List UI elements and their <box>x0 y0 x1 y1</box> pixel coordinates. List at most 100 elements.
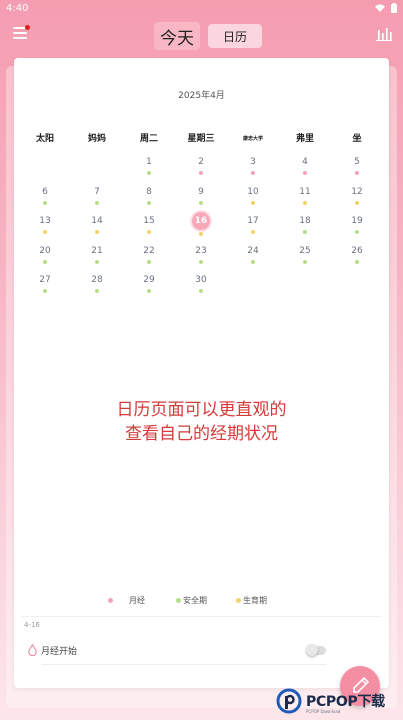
calendar-day[interactable]: 25 <box>279 243 331 273</box>
weekday-label: 坐 <box>352 134 362 144</box>
calendar-day[interactable]: 17 <box>227 213 279 243</box>
calendar-day[interactable]: 23 <box>175 243 227 273</box>
calendar-day[interactable]: 13 <box>19 213 71 243</box>
day-status-dot <box>147 171 151 175</box>
divider <box>22 616 381 617</box>
calendar-day[interactable]: 7 <box>71 184 123 214</box>
wifi-icon <box>375 4 385 12</box>
day-status-dot <box>251 259 255 264</box>
notification-dot <box>25 25 30 30</box>
day-number: 9 <box>198 186 204 197</box>
day-status-dot <box>251 230 255 234</box>
day-status-dot <box>355 200 359 205</box>
day-number: 22 <box>143 245 155 256</box>
watermark-brand: PCPOP下载 <box>306 694 385 710</box>
day-number: 1 <box>146 157 152 167</box>
calendar-day[interactable]: 5 <box>331 154 383 184</box>
tab-calendar[interactable]: 日历 <box>208 24 262 48</box>
calendar-day[interactable]: 2 <box>175 154 227 184</box>
calendar-day[interactable]: 8 <box>123 184 175 214</box>
calendar-day[interactable]: 10 <box>227 184 279 214</box>
weekday-header: 太阳 妈妈 周二 星期三 康忠大学 弗里 坐 <box>19 132 383 146</box>
calendar-day[interactable]: 30 <box>175 272 227 302</box>
day-number: 21 <box>91 245 103 256</box>
period-start-row: 月经开始 <box>28 642 77 658</box>
calendar-day[interactable]: 18 <box>279 213 331 243</box>
day-number: 18 <box>299 216 311 226</box>
day-number: 19 <box>351 216 363 226</box>
period-dot <box>108 598 113 603</box>
day-number: 24 <box>247 245 259 256</box>
day-status-dot <box>303 230 307 234</box>
weekday-label: 太阳 <box>35 134 54 144</box>
day-number: 15 <box>143 216 155 226</box>
weekday-label: 妈妈 <box>87 134 106 144</box>
legend: 月经 安全期 生育期 <box>14 595 389 609</box>
day-status-dot <box>303 200 307 205</box>
day-status-dot <box>199 289 203 293</box>
day-number: 13 <box>39 216 51 226</box>
calendar-day[interactable]: 3 <box>227 154 279 184</box>
calendar-day[interactable]: 21 <box>71 243 123 273</box>
period-start-toggle[interactable] <box>306 644 326 656</box>
day-status-dot <box>95 289 99 293</box>
day-number: 6 <box>42 186 48 197</box>
day-number: 20 <box>39 245 51 256</box>
pcpop-logo-icon <box>276 688 302 714</box>
calendar-day[interactable]: 20 <box>19 243 71 273</box>
fertile-dot <box>236 598 241 603</box>
day-number: 25 <box>299 245 311 256</box>
calendar-day[interactable]: 4 <box>279 154 331 184</box>
promo-line-2: 查看自己的经期状况 <box>125 424 278 444</box>
calendar-grid: 1 2 3 4 5 6 7 8 9 10 11 12 13 14 15 16 17 18 19 20 21 22 23 24 2… <box>19 154 383 302</box>
calendar-day[interactable]: 11 <box>279 184 331 214</box>
day-number: 16 <box>192 212 210 230</box>
calendar-day[interactable]: 19 <box>331 213 383 243</box>
day-status-dot <box>95 230 99 234</box>
day-status-dot <box>355 230 359 234</box>
day-status-dot <box>251 171 255 175</box>
day-number: 30 <box>195 275 207 285</box>
day-number: 14 <box>91 216 103 226</box>
day-status-dot <box>147 200 151 205</box>
weekday-label: 周二 <box>139 134 158 144</box>
watermark: PCPOP下载 PCPOP Download <box>276 682 403 720</box>
calendar-day[interactable]: 15 <box>123 213 175 243</box>
calendar-day[interactable]: 1 <box>123 154 175 184</box>
day-number: 17 <box>247 216 259 226</box>
calendar-day[interactable]: 14 <box>71 213 123 243</box>
weekday-label: 星期三 <box>187 134 215 144</box>
tab-today[interactable]: 今天 <box>154 22 200 50</box>
day-number: 3 <box>250 157 256 167</box>
statistics-icon[interactable] <box>376 27 392 41</box>
day-number: 28 <box>91 275 103 285</box>
app-bar: 今天 日历 <box>0 18 403 54</box>
day-number: 10 <box>247 186 259 197</box>
legend-fertile-label: 生育期 <box>243 596 267 605</box>
calendar-blank-cell <box>71 154 123 184</box>
day-status-dot <box>199 200 203 205</box>
calendar-blank-cell <box>19 154 71 184</box>
toggle-knob[interactable] <box>306 644 318 656</box>
day-number: 27 <box>39 275 51 285</box>
day-number: 2 <box>198 157 204 167</box>
calendar-day[interactable]: 22 <box>123 243 175 273</box>
legend-fertile: 生育期 <box>236 595 267 606</box>
day-status-dot <box>147 230 151 234</box>
calendar-day[interactable]: 27 <box>19 272 71 302</box>
calendar-day[interactable]: 12 <box>331 184 383 214</box>
calendar-day[interactable]: 9 <box>175 184 227 214</box>
safe-dot <box>176 598 181 603</box>
calendar-day[interactable]: 16 <box>175 212 227 243</box>
calendar-day[interactable]: 24 <box>227 243 279 273</box>
day-number: 23 <box>195 245 207 256</box>
calendar-day[interactable]: 6 <box>19 184 71 214</box>
day-number: 7 <box>94 186 100 197</box>
calendar-day[interactable]: 26 <box>331 243 383 273</box>
calendar-day[interactable]: 28 <box>71 272 123 302</box>
calendar-day[interactable]: 29 <box>123 272 175 302</box>
legend-period: 月经 <box>108 595 145 606</box>
day-number: 8 <box>146 186 152 197</box>
day-status-dot <box>355 171 359 175</box>
day-status-dot <box>251 200 255 205</box>
